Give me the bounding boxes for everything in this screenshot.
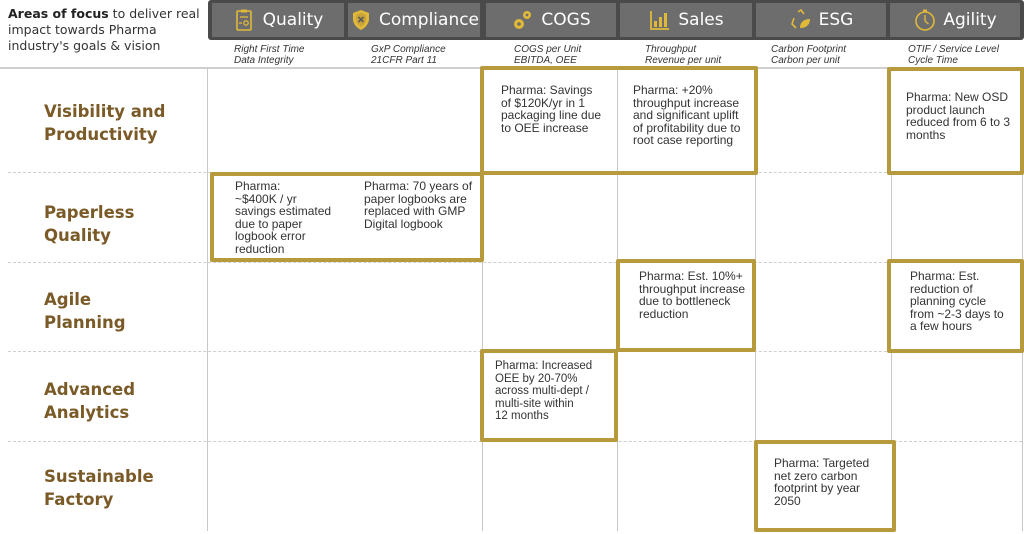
- column-header-label: COGS: [541, 10, 591, 30]
- column-header-label: Quality: [262, 10, 324, 30]
- kpi-sales: Throughput Revenue per unit: [645, 44, 722, 66]
- kpi-cogs: COGS per Unit EBITDA, OEE: [514, 44, 582, 66]
- note-agile-agility: Pharma: Est. reduction of planning cycle fr…: [910, 269, 1004, 333]
- row-label-agile-planning: Agile Planning: [44, 290, 126, 332]
- column-header-cogs[interactable]: COGS: [486, 3, 616, 37]
- note-visibility-cogs: Pharma: Savings of $120K/yr in 1 packaging…: [501, 83, 602, 135]
- stopwatch-icon: [913, 8, 937, 32]
- grid-vline: [207, 69, 208, 531]
- column-header-sales[interactable]: Sales: [620, 3, 752, 37]
- kpi-agility: OTIF / Service Level Cycle Time: [908, 44, 999, 66]
- box-inner-divider: [617, 70, 618, 171]
- column-header-label: Compliance: [378, 10, 480, 30]
- column-header-esg[interactable]: ESG: [756, 3, 886, 37]
- column-header-quality[interactable]: Quality: [212, 3, 344, 37]
- kpi-compliance: GxP Compliance 21CFR Part 11: [371, 44, 446, 66]
- row-label-visibility-productivity: Visibility and Productivity: [44, 102, 166, 144]
- kpi-quality: Right First Time Data Integrity: [234, 44, 305, 66]
- shield-x-icon: [349, 8, 373, 32]
- note-visibility-sales: Pharma: +20% throughput increase and signi…: [633, 83, 741, 147]
- clipboard-certificate-icon: [233, 8, 257, 32]
- note-analytics-cogs: Pharma: Increased OEE by 20-70% across mul…: [495, 360, 593, 422]
- note-paperless-quality: Pharma: ~$400K / yr savings estimated due t…: [235, 179, 332, 256]
- note-agile-sales: Pharma: Est. 10%+ throughput increase due …: [639, 269, 746, 321]
- column-header-label: ESG: [818, 10, 854, 30]
- column-header-compliance[interactable]: Compliance: [348, 3, 480, 37]
- note-visibility-agility: Pharma: New OSD product launch reduced fro…: [906, 90, 1011, 142]
- kpi-esg: Carbon Footprint Carbon per unit: [771, 44, 847, 66]
- column-header-agility[interactable]: Agility: [890, 3, 1020, 37]
- column-header-label: Sales: [678, 10, 724, 30]
- note-sustainable-esg: Pharma: Targeted net zero carbon footprint…: [774, 456, 870, 508]
- row-label-sustainable-factory: Sustainable Factory: [44, 467, 154, 509]
- row-label-paperless-quality: Paperless Quality: [44, 203, 135, 245]
- intro-bold: Areas of focus: [8, 6, 109, 21]
- intro-text: Areas of focus to deliver real impact to…: [8, 6, 204, 54]
- bar-chart-icon: [648, 8, 672, 32]
- row-label-advanced-analytics: Advanced Analytics: [44, 380, 135, 422]
- gears-icon: [511, 8, 535, 32]
- column-header-label: Agility: [943, 10, 997, 30]
- recycle-leaf-icon: [789, 8, 813, 32]
- note-paperless-compliance: Pharma: 70 years of paper logbooks are rep…: [364, 179, 473, 231]
- row-separator: [8, 262, 1022, 263]
